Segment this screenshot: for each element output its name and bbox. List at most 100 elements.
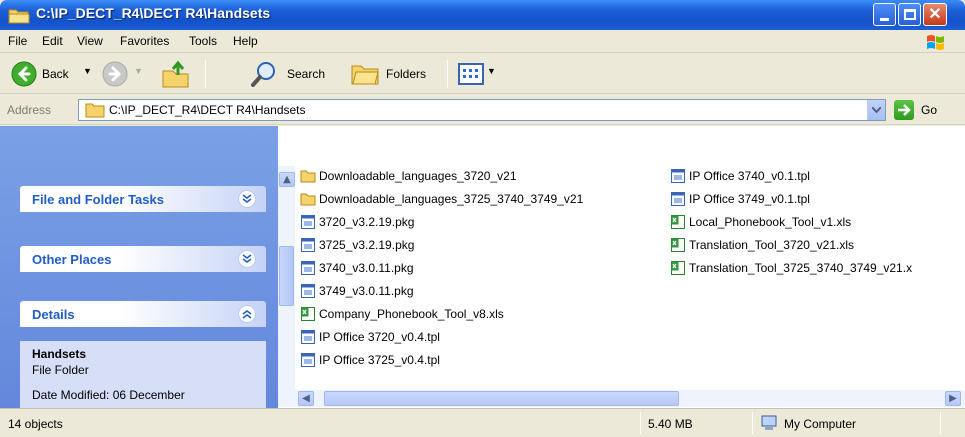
chevron-down-icon[interactable] <box>238 190 256 208</box>
details-name: Handsets <box>32 347 87 361</box>
panel-title: Details <box>32 307 75 322</box>
zone-label: My Computer <box>784 417 857 431</box>
file-item[interactable]: IP Office 3749_v0.1.tpl <box>670 189 810 209</box>
file-icon <box>671 192 685 206</box>
file-item[interactable]: IP Office 3720_v0.4.tpl <box>300 327 440 347</box>
minimize-icon <box>880 17 889 21</box>
search-icon[interactable] <box>250 61 278 87</box>
toolbar: Back ▼ ▼ Search Folders ▼ <box>0 54 965 94</box>
file-item[interactable]: 3740_v3.0.11.pkg <box>300 258 414 278</box>
chevron-up-icon[interactable] <box>238 305 256 323</box>
horizontal-scroll-thumb[interactable] <box>324 391 679 406</box>
details-modified: Date Modified: 06 December <box>32 388 185 402</box>
toolbar-separator <box>205 60 206 88</box>
maximize-button[interactable] <box>898 3 921 26</box>
file-name: 3749_v3.0.11.pkg <box>319 284 414 298</box>
file-icon <box>301 330 315 344</box>
file-item[interactable]: Company_Phonebook_Tool_v8.xls <box>300 304 504 324</box>
task-pane: File and Folder Tasks Other Places Detai… <box>0 126 278 408</box>
file-item[interactable]: IP Office 3725_v0.4.tpl <box>300 350 440 370</box>
excel-icon <box>671 215 685 229</box>
menu-bar: File Edit View Favorites Tools Help <box>0 30 965 53</box>
status-divider <box>640 412 641 434</box>
file-item[interactable]: 3749_v3.0.11.pkg <box>300 281 414 301</box>
folder-icon <box>300 170 316 183</box>
total-size: 5.40 MB <box>648 417 693 431</box>
file-list: ▲ ▼ Downloadable_languages_3720_v21Downl… <box>278 126 965 408</box>
address-bar: Address C:\IP_DECT_R4\DECT R4\Handsets G… <box>0 95 965 125</box>
close-button[interactable]: ✕ <box>923 3 947 26</box>
folders-button[interactable]: Folders <box>386 67 426 81</box>
file-item[interactable]: 3725_v3.2.19.pkg <box>300 235 414 255</box>
file-item[interactable]: Translation_Tool_3725_3740_3749_v21.x <box>670 258 912 278</box>
folders-icon[interactable] <box>350 62 380 86</box>
file-icon <box>301 215 315 229</box>
details-panel[interactable]: Details <box>20 301 266 327</box>
views-dropdown-icon[interactable]: ▼ <box>487 66 496 76</box>
folder-icon <box>85 103 105 118</box>
menu-favorites[interactable]: Favorites <box>120 34 169 48</box>
toolbar-separator <box>447 60 448 88</box>
status-bar: 14 objects 5.40 MB My Computer <box>0 408 965 437</box>
file-icon <box>301 238 315 252</box>
folder-icon <box>300 193 316 206</box>
file-item[interactable]: 3720_v3.2.19.pkg <box>300 212 414 232</box>
scroll-right-icon[interactable]: ▶ <box>945 391 961 406</box>
address-field[interactable]: C:\IP_DECT_R4\DECT R4\Handsets <box>78 99 886 121</box>
forward-dropdown-icon[interactable]: ▼ <box>134 66 143 76</box>
file-item[interactable]: Translation_Tool_3720_v21.xls <box>670 235 854 255</box>
details-type: File Folder <box>32 363 89 377</box>
back-dropdown-icon[interactable]: ▼ <box>83 66 92 76</box>
details-body: Handsets File Folder Date Modified: 06 D… <box>20 341 266 408</box>
address-label: Address <box>7 103 52 117</box>
file-item[interactable]: Local_Phonebook_Tool_v1.xls <box>670 212 851 232</box>
file-icon <box>301 261 315 275</box>
panel-title: Other Places <box>32 252 112 267</box>
file-folder-tasks-panel[interactable]: File and Folder Tasks <box>20 186 266 212</box>
chevron-down-icon[interactable] <box>238 250 256 268</box>
file-name: IP Office 3749_v0.1.tpl <box>689 192 810 206</box>
file-name: 3720_v3.2.19.pkg <box>319 215 415 229</box>
address-value: C:\IP_DECT_R4\DECT R4\Handsets <box>109 103 306 117</box>
file-icon <box>671 169 685 183</box>
file-name: 3740_v3.0.11.pkg <box>319 261 414 275</box>
back-button[interactable]: Back <box>42 67 69 81</box>
windows-logo-icon <box>927 35 944 50</box>
file-icon <box>301 353 315 367</box>
file-item[interactable]: Downloadable_languages_3720_v21 <box>300 166 517 186</box>
go-arrow-icon[interactable] <box>894 100 914 120</box>
menu-file[interactable]: File <box>8 34 27 48</box>
file-name: IP Office 3720_v0.4.tpl <box>319 330 440 344</box>
status-divider <box>752 412 753 434</box>
file-name: IP Office 3740_v0.1.tpl <box>689 169 810 183</box>
window-title: C:\IP_DECT_R4\DECT R4\Handsets <box>36 5 271 21</box>
menu-view[interactable]: View <box>77 34 103 48</box>
menu-edit[interactable]: Edit <box>42 34 63 48</box>
menu-tools[interactable]: Tools <box>189 34 217 48</box>
excel-icon <box>671 261 685 275</box>
search-button[interactable]: Search <box>287 67 325 81</box>
file-item[interactable]: Downloadable_languages_3725_3740_3749_v2… <box>300 189 583 209</box>
horizontal-scrollbar[interactable]: ◀ ▶ <box>278 390 965 407</box>
title-bar[interactable]: C:\IP_DECT_R4\DECT R4\Handsets ✕ <box>0 0 965 30</box>
other-places-panel[interactable]: Other Places <box>20 246 266 272</box>
status-divider <box>940 412 941 434</box>
file-item[interactable]: IP Office 3740_v0.1.tpl <box>670 166 810 186</box>
excel-icon <box>671 238 685 252</box>
vertical-scroll-thumb[interactable] <box>279 246 294 306</box>
scroll-left-icon[interactable]: ◀ <box>298 391 314 406</box>
minimize-button[interactable] <box>873 3 896 26</box>
go-button[interactable]: Go <box>921 103 937 117</box>
object-count: 14 objects <box>8 417 63 431</box>
excel-icon <box>301 307 315 321</box>
views-icon[interactable] <box>458 63 484 85</box>
scroll-up-icon[interactable]: ▲ <box>279 172 295 187</box>
menu-help[interactable]: Help <box>233 34 258 48</box>
address-dropdown-icon[interactable] <box>867 100 885 120</box>
folder-icon <box>8 7 30 27</box>
forward-arrow-icon[interactable] <box>101 60 129 88</box>
panel-title: File and Folder Tasks <box>32 192 164 207</box>
up-folder-icon[interactable] <box>160 59 192 89</box>
back-arrow-icon[interactable] <box>10 60 38 88</box>
my-computer-icon <box>761 415 777 430</box>
